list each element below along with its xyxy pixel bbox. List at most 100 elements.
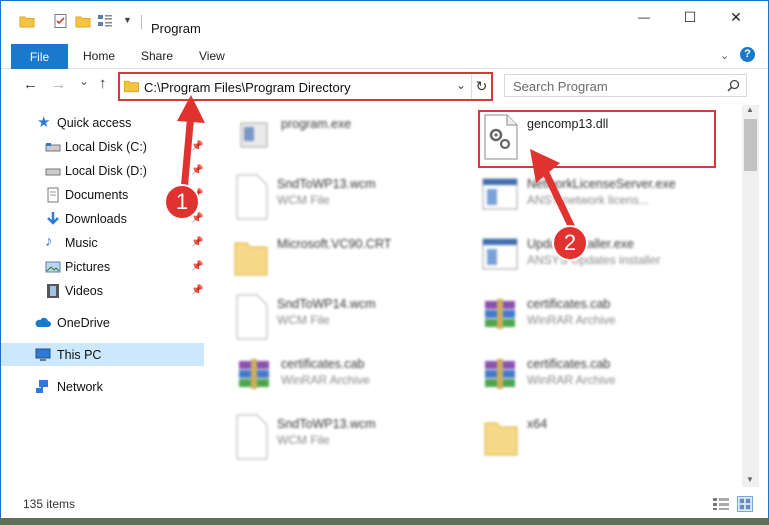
download-icon	[47, 212, 59, 225]
back-button[interactable]: ←	[23, 76, 38, 93]
pin-icon[interactable]: 📌	[191, 261, 203, 272]
tab-file[interactable]: File	[11, 44, 68, 69]
customize-toolbar-icon[interactable]: ▼	[123, 15, 132, 25]
sidebar-item-videos[interactable]: Videos 📌	[1, 279, 204, 302]
up-button[interactable]: ↑	[99, 75, 107, 92]
file-type: WCM File	[277, 433, 330, 447]
music-icon: ♪	[45, 233, 53, 250]
sidebar-item-label: Local Disk (C:)	[65, 140, 147, 154]
file-item[interactable]: certificates.cab WinRAR Archive	[235, 349, 475, 405]
desktop-strip	[0, 518, 769, 525]
search-box[interactable]: Search Program	[504, 74, 747, 97]
maximize-button[interactable]: ☐	[667, 1, 713, 33]
address-dropdown-icon[interactable]: ⌄	[456, 78, 466, 92]
search-icon[interactable]	[727, 79, 740, 92]
drive-icon	[45, 143, 61, 152]
properties-icon[interactable]	[53, 13, 69, 29]
file-type: WCM File	[277, 193, 330, 207]
file-item[interactable]: Microsoft.VC90.CRT	[231, 229, 471, 285]
vertical-scrollbar[interactable]: ▲ ▼	[742, 105, 759, 487]
sidebar-item-label: Pictures	[65, 260, 111, 274]
window-title: Program	[151, 21, 201, 36]
app-window-icon	[482, 178, 518, 210]
minimize-button[interactable]: —	[621, 1, 667, 33]
blank-file-icon	[236, 294, 268, 340]
new-folder-icon[interactable]	[75, 13, 91, 29]
scrollbar-thumb[interactable]	[744, 119, 757, 171]
file-type: WinRAR Archive	[281, 373, 370, 387]
pin-icon[interactable]: 📌	[191, 237, 203, 248]
large-icons-view-icon[interactable]	[737, 496, 753, 512]
documents-icon	[47, 187, 59, 203]
file-item[interactable]: SndToWP14.wcm WCM File	[231, 289, 471, 345]
sidebar-item-music[interactable]: ♪ Music 📌	[1, 231, 204, 254]
pin-icon[interactable]: 📌	[191, 285, 203, 296]
blank-file-icon	[236, 414, 268, 460]
sidebar-item-network[interactable]: Network	[1, 375, 204, 398]
scroll-up-icon[interactable]: ▲	[746, 105, 754, 114]
file-name: SndToWP14.wcm	[277, 297, 376, 311]
help-icon[interactable]: ?	[740, 47, 755, 62]
title-separator	[141, 15, 142, 29]
file-item[interactable]: certificates.cab WinRAR Archive	[481, 289, 721, 345]
sidebar-item-label: Videos	[65, 284, 103, 298]
blank-file-icon	[236, 174, 268, 220]
step-2-callout: 2	[552, 225, 588, 261]
file-name: certificates.cab	[527, 357, 611, 371]
view-options-icon[interactable]	[97, 13, 113, 29]
status-bar: 135 items	[1, 489, 768, 519]
star-icon: ★	[37, 114, 51, 131]
expand-ribbon-icon[interactable]: ⌄	[720, 49, 729, 62]
folder-icon	[484, 422, 518, 456]
search-placeholder: Search Program	[513, 79, 608, 94]
file-type: WinRAR Archive	[527, 313, 616, 327]
winrar-icon	[239, 359, 269, 389]
step-1-callout: 1	[164, 184, 200, 220]
drive-icon	[45, 168, 61, 176]
close-icon: ✕	[730, 8, 742, 25]
tab-share[interactable]: Share	[141, 49, 173, 63]
tab-view[interactable]: View	[199, 49, 225, 63]
refresh-button[interactable]: ↻	[471, 74, 491, 99]
forward-button[interactable]: →	[51, 76, 66, 93]
scroll-down-icon[interactable]: ▼	[746, 475, 754, 484]
file-type: WinRAR Archive	[527, 373, 616, 387]
file-name: Microsoft.VC90.CRT	[277, 237, 392, 251]
file-name: program.exe	[281, 117, 352, 131]
recent-locations-button[interactable]: ⌄	[79, 74, 89, 88]
folder-icon	[234, 242, 268, 276]
file-item[interactable]: certificates.cab WinRAR Archive	[481, 349, 721, 405]
file-type: ANSYS Updates installer	[527, 253, 661, 267]
tab-home[interactable]: Home	[83, 49, 115, 63]
file-name: certificates.cab	[281, 357, 365, 371]
sidebar-item-label: OneDrive	[57, 316, 110, 330]
title-bar: ▼ Program — ☐ ✕	[1, 1, 768, 41]
file-item[interactable]: x64	[481, 409, 721, 465]
file-name: certificates.cab	[527, 297, 611, 311]
file-item[interactable]: SndToWP13.wcm WCM File	[231, 169, 471, 225]
winrar-icon	[485, 299, 515, 329]
pictures-icon	[45, 261, 61, 273]
sidebar-item-onedrive[interactable]: OneDrive	[1, 311, 204, 334]
close-button[interactable]: ✕	[713, 1, 759, 33]
folder-icon	[124, 80, 139, 93]
winrar-icon	[485, 359, 515, 389]
file-name: x64	[527, 417, 548, 431]
highlight-box	[478, 110, 716, 168]
folder-icon[interactable]	[19, 13, 35, 29]
file-item[interactable]: program.exe	[235, 109, 475, 165]
sidebar-item-label: Music	[65, 236, 98, 250]
sidebar-item-label: Local Disk (D:)	[65, 164, 147, 178]
file-name: SndToWP13.wcm	[277, 177, 376, 191]
navigation-bar: ← → ⌄ ↑ C:\Program Files\Program Directo…	[1, 70, 768, 102]
item-count: 135 items	[23, 497, 76, 511]
arrow-1-icon	[177, 95, 205, 195]
sidebar-item-this-pc[interactable]: This PC	[1, 343, 204, 366]
sidebar-item-pictures[interactable]: Pictures 📌	[1, 255, 204, 278]
file-item[interactable]: SndToWP13.wcm WCM File	[231, 409, 471, 465]
file-type: WCM File	[277, 313, 330, 327]
sidebar-item-label: This PC	[57, 348, 102, 362]
sidebar-item-label: Quick access	[57, 116, 132, 130]
sidebar-item-label: Downloads	[65, 212, 127, 226]
details-view-icon[interactable]	[713, 498, 729, 510]
